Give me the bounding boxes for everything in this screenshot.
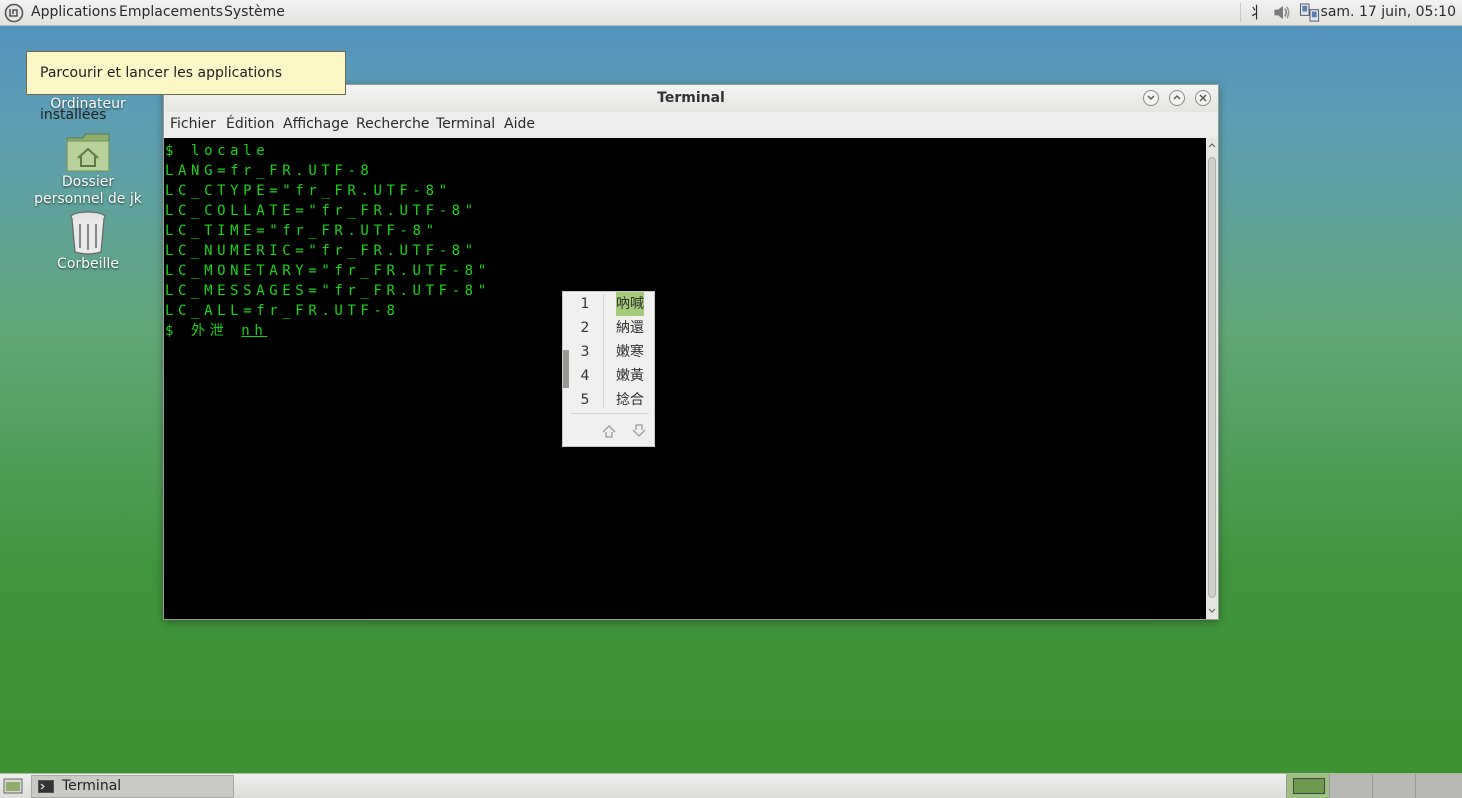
workspace-3[interactable] [1372,774,1415,798]
candidate-item[interactable]: 1 吶喊 [563,292,656,316]
scroll-down-icon[interactable] [1208,608,1216,614]
menu-systeme[interactable]: Système [224,0,285,25]
volume-icon[interactable] [1271,2,1293,23]
terminal-line: LC_MONETARY="fr_FR.UTF-8" [165,263,491,279]
bottom-panel: Terminal [0,773,1462,798]
menu-recherche[interactable]: Recherche [356,112,430,137]
mint-menu-icon[interactable] [4,3,24,23]
candidate-word: 嫩寒 [616,344,644,360]
candidate-number: 5 [580,392,590,408]
candidate-item[interactable]: 4 嫩黃 [563,364,656,388]
workspace-2[interactable] [1329,774,1372,798]
workspace-window-thumb [1293,778,1325,794]
scroll-thumb[interactable] [1208,157,1216,598]
divider [571,413,649,414]
terminal-line: LC_COLLATE="fr_FR.UTF-8" [165,203,478,219]
terminal-line: LC_ALL=fr_FR.UTF-8 [165,303,400,319]
chevron-down-icon [1147,95,1155,100]
candidate-number: 1 [580,296,590,312]
close-button[interactable] [1195,90,1211,106]
candidate-word: 嫩黃 [616,368,644,384]
maximize-button[interactable] [1169,90,1185,106]
scroll-up-icon[interactable] [1208,142,1216,148]
candidate-item[interactable]: 5 捻合 [563,388,656,412]
menu-terminal[interactable]: Terminal [436,112,495,137]
menu-applications[interactable]: Applications [31,0,117,25]
committed-text: $ 外泄 [165,323,229,339]
candidate-word: 捻合 [616,392,644,408]
terminal-area[interactable]: $ locale LANG=fr_FR.UTF-8 LC_CTYPE="fr_F… [164,138,1206,619]
network-icon[interactable] [1298,2,1322,23]
workspace-4[interactable] [1415,774,1462,798]
page-up-icon[interactable] [600,422,618,440]
menu-edition[interactable]: Édition [226,112,274,137]
desktop-icon-home[interactable]: Dossier personnel de jk [28,130,148,208]
candidate-item[interactable]: 3 嫩寒 [563,340,656,364]
top-panel: Applications Emplacements Système 丬 sam.… [0,0,1462,26]
trash-icon [70,211,106,255]
candidate-number: 2 [580,320,590,336]
terminal-window[interactable]: Terminal Fichier Édition Affichage Reche… [163,84,1219,620]
preedit-text: nh [241,323,268,339]
home-folder-icon [66,133,110,172]
desktop-icon-trash[interactable]: Corbeille [28,210,148,273]
terminal-line: LC_NUMERIC="fr_FR.UTF-8" [165,243,478,259]
ime-candidate-popup[interactable]: 1 吶喊 2 納還 3 嫩寒 4 嫩黃 5 捻合 [562,291,655,447]
desktop-icon-label: Corbeille [57,256,119,272]
desktop-icon-label: Dossier personnel de jk [34,174,142,207]
candidate-word: 納還 [616,320,644,336]
terminal-line: LC_TIME="fr_FR.UTF-8" [165,223,439,239]
terminal-line: $ locale [165,143,270,159]
terminal-scrollbar[interactable] [1206,138,1218,619]
show-desktop-icon[interactable] [3,777,23,795]
chevron-up-icon [1173,95,1181,100]
menu-emplacements[interactable]: Emplacements [119,0,223,25]
minimize-button[interactable] [1143,90,1159,106]
close-icon [1199,94,1207,102]
tooltip: Parcourir et lancer les applications ins… [26,51,346,123]
candidate-word: 吶喊 [616,292,644,316]
candidate-number: 4 [580,368,590,384]
page-down-icon[interactable] [630,422,648,440]
taskbar-item-label: Terminal [62,778,122,794]
taskbar-item-terminal[interactable]: Terminal [31,775,234,798]
terminal-prompt-line: $ 外泄 nh [165,321,267,341]
candidate-item[interactable]: 2 納還 [563,316,656,340]
tray-separator [1240,3,1241,22]
clock[interactable]: sam. 17 juin, 05:10 [1321,0,1456,25]
input-method-icon[interactable]: 丬 [1248,2,1264,23]
terminal-icon [38,780,54,793]
menu-affichage[interactable]: Affichage [283,112,349,137]
candidate-number: 3 [580,344,590,360]
workspace-1[interactable] [1286,774,1329,798]
menu-aide[interactable]: Aide [504,112,535,137]
terminal-line: LC_MESSAGES="fr_FR.UTF-8" [165,283,491,299]
terminal-line: LANG=fr_FR.UTF-8 [165,163,374,179]
menu-fichier[interactable]: Fichier [170,112,216,137]
terminal-line: LC_CTYPE="fr_FR.UTF-8" [165,183,452,199]
window-menubar: Fichier Édition Affichage Recherche Term… [164,112,1218,138]
